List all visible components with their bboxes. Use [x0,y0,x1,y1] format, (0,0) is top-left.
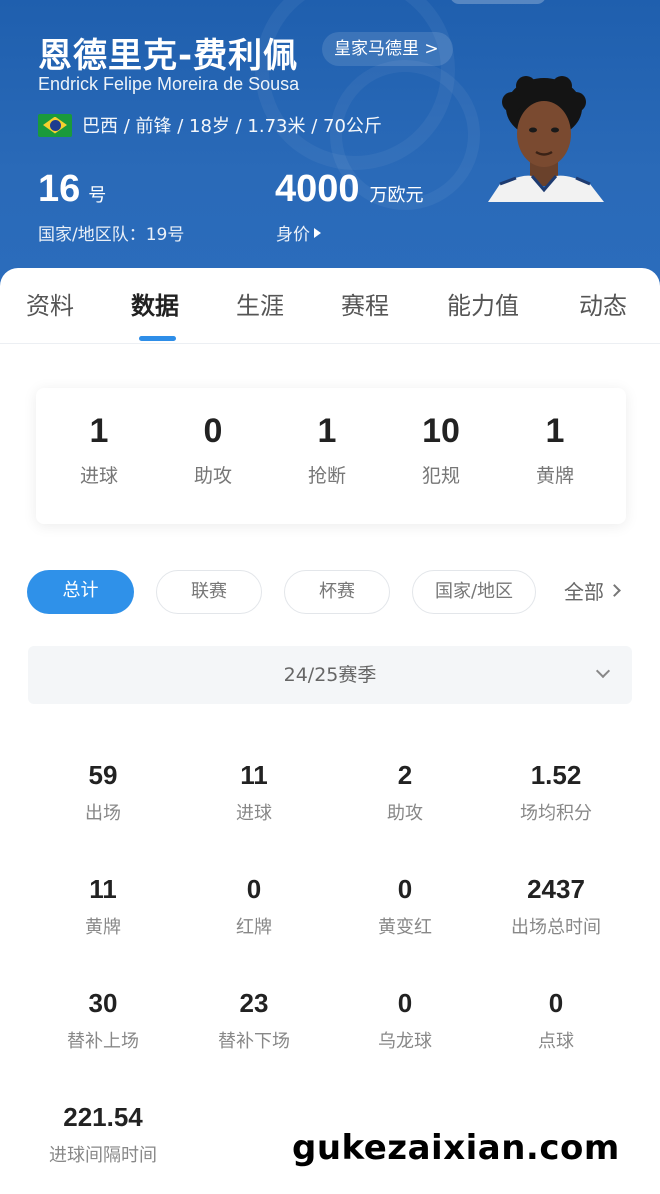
tab-career[interactable]: 生涯 [236,286,284,321]
stat-value: 11 [89,874,117,904]
active-tab-indicator [139,336,176,341]
player-name-cn: 恩德里克-费利佩 [38,36,299,76]
stat-label: 出场总时间 [511,917,601,938]
season-label: 24/25赛季 [283,664,377,686]
summary-card: 1 进球 0 助攻 1 抢断 10 犯规 1 黄牌 [36,388,626,524]
brazil-flag-icon [38,113,72,137]
filter-league[interactable]: 联赛 [156,570,262,614]
stat-label: 黄牌 [85,917,121,938]
stat-value: 2437 [527,874,585,904]
market-value-link[interactable]: 身价 [276,220,321,245]
stat-value: 23 [239,988,269,1018]
summary-item: 1 抢断 [272,412,382,488]
summary-item: 10 犯规 [386,412,496,488]
stat-label: 进球 [236,803,272,824]
summary-item: 0 助攻 [158,412,268,488]
filter-cup[interactable]: 杯赛 [284,570,390,614]
stat-sub-off: 23 替补下场 [179,988,329,1053]
summary-value: 1 [89,412,109,450]
stat-value: 2 [397,760,413,790]
player-name-en: Endrick Felipe Moreira de Sousa [38,74,300,94]
summary-label: 助攻 [193,465,232,487]
stat-label: 黄变红 [378,917,432,938]
summary-value: 10 [422,412,460,450]
stat-own-goals: 0 乌龙球 [330,988,480,1053]
stat-value: 0 [397,988,413,1018]
summary-label: 进球 [79,465,118,487]
stat-label: 进球间隔时间 [49,1145,157,1166]
stat-label: 点球 [538,1031,574,1052]
summary-label: 犯规 [421,465,460,487]
market-value-label: 身价 [276,225,310,245]
stat-label: 替补上场 [67,1031,139,1052]
summary-value: 0 [203,412,223,450]
chevron-down-icon [595,663,611,679]
tab-profile[interactable]: 资料 [26,286,74,321]
summary-item: 1 进球 [44,412,154,488]
top-pill [450,0,546,4]
stat-penalties: 0 点球 [481,988,631,1053]
tab-schedule[interactable]: 赛程 [341,286,389,321]
club-link[interactable]: 皇家马德里 > [322,32,453,66]
stat-value: 59 [88,760,118,790]
market-value-unit: 万欧元 [369,185,424,206]
tab-data[interactable]: 数据 [131,286,179,321]
stat-value: 221.54 [63,1102,143,1132]
stat-second-yellow: 0 黄变红 [330,874,480,939]
player-info: 巴西 / 前锋 / 18岁 / 1.73米 / 70公斤 [82,116,382,137]
stat-sub-on: 30 替补上场 [28,988,178,1053]
summary-label: 黄牌 [535,465,574,487]
stat-label: 助攻 [387,803,423,824]
stat-label: 替补下场 [218,1031,290,1052]
tab-ability[interactable]: 能力值 [447,286,519,321]
stat-label: 场均积分 [520,803,592,824]
stat-minutes: 2437 出场总时间 [481,874,631,939]
stat-goal-interval: 221.54 进球间隔时间 [28,1102,178,1167]
stat-assists: 2 助攻 [330,760,480,825]
caret-right-icon [314,227,321,238]
tab-bar: 资料 数据 生涯 赛程 能力值 动态 [0,268,660,344]
stat-value: 1.52 [530,760,582,790]
stat-label: 出场 [85,803,121,824]
site-watermark: gukezaixian.com [292,1128,620,1168]
tab-news[interactable]: 动态 [579,286,627,321]
stat-appearances: 59 出场 [28,760,178,825]
chevron-right-icon [608,584,621,597]
stat-avg-points: 1.52 场均积分 [481,760,631,825]
filter-all-label: 全部 [564,580,604,604]
shirt-number-unit: 号 [88,185,107,206]
stat-label: 红牌 [236,917,272,938]
season-select[interactable]: 24/25赛季 [28,646,632,704]
player-info-row: 巴西 / 前锋 / 18岁 / 1.73米 / 70公斤 [38,112,382,138]
summary-value: 1 [545,412,565,450]
summary-label: 抢断 [307,465,346,487]
shirt-number-value: 16 [38,168,81,210]
stat-value: 0 [548,988,564,1018]
stat-value: 0 [246,874,262,904]
filter-national[interactable]: 国家/地区 [412,570,536,614]
national-team-number: 国家/地区队：19号 [38,225,185,245]
market-value: 4000 万欧元 [275,168,424,211]
summary-value: 1 [317,412,337,450]
stat-value: 11 [240,760,268,790]
stat-value: 0 [397,874,413,904]
summary-item: 1 黄牌 [500,412,610,488]
stat-yellow-cards: 11 黄牌 [28,874,178,939]
content-sheet: 资料 数据 生涯 赛程 能力值 动态 1 进球 0 助攻 1 抢断 10 犯规 … [0,268,660,1194]
shirt-number: 16 号 [38,168,106,211]
player-avatar [486,72,606,202]
stat-label: 乌龙球 [378,1031,432,1052]
stat-red-cards: 0 红牌 [179,874,329,939]
filter-total[interactable]: 总计 [27,570,134,614]
player-header: 恩德里克-费利佩 皇家马德里 > Endrick Felipe Moreira … [0,0,660,290]
stat-value: 30 [88,988,118,1018]
stat-goals: 11 进球 [179,760,329,825]
filter-all-button[interactable]: 全部 [564,576,621,605]
market-value-amount: 4000 [275,168,360,210]
